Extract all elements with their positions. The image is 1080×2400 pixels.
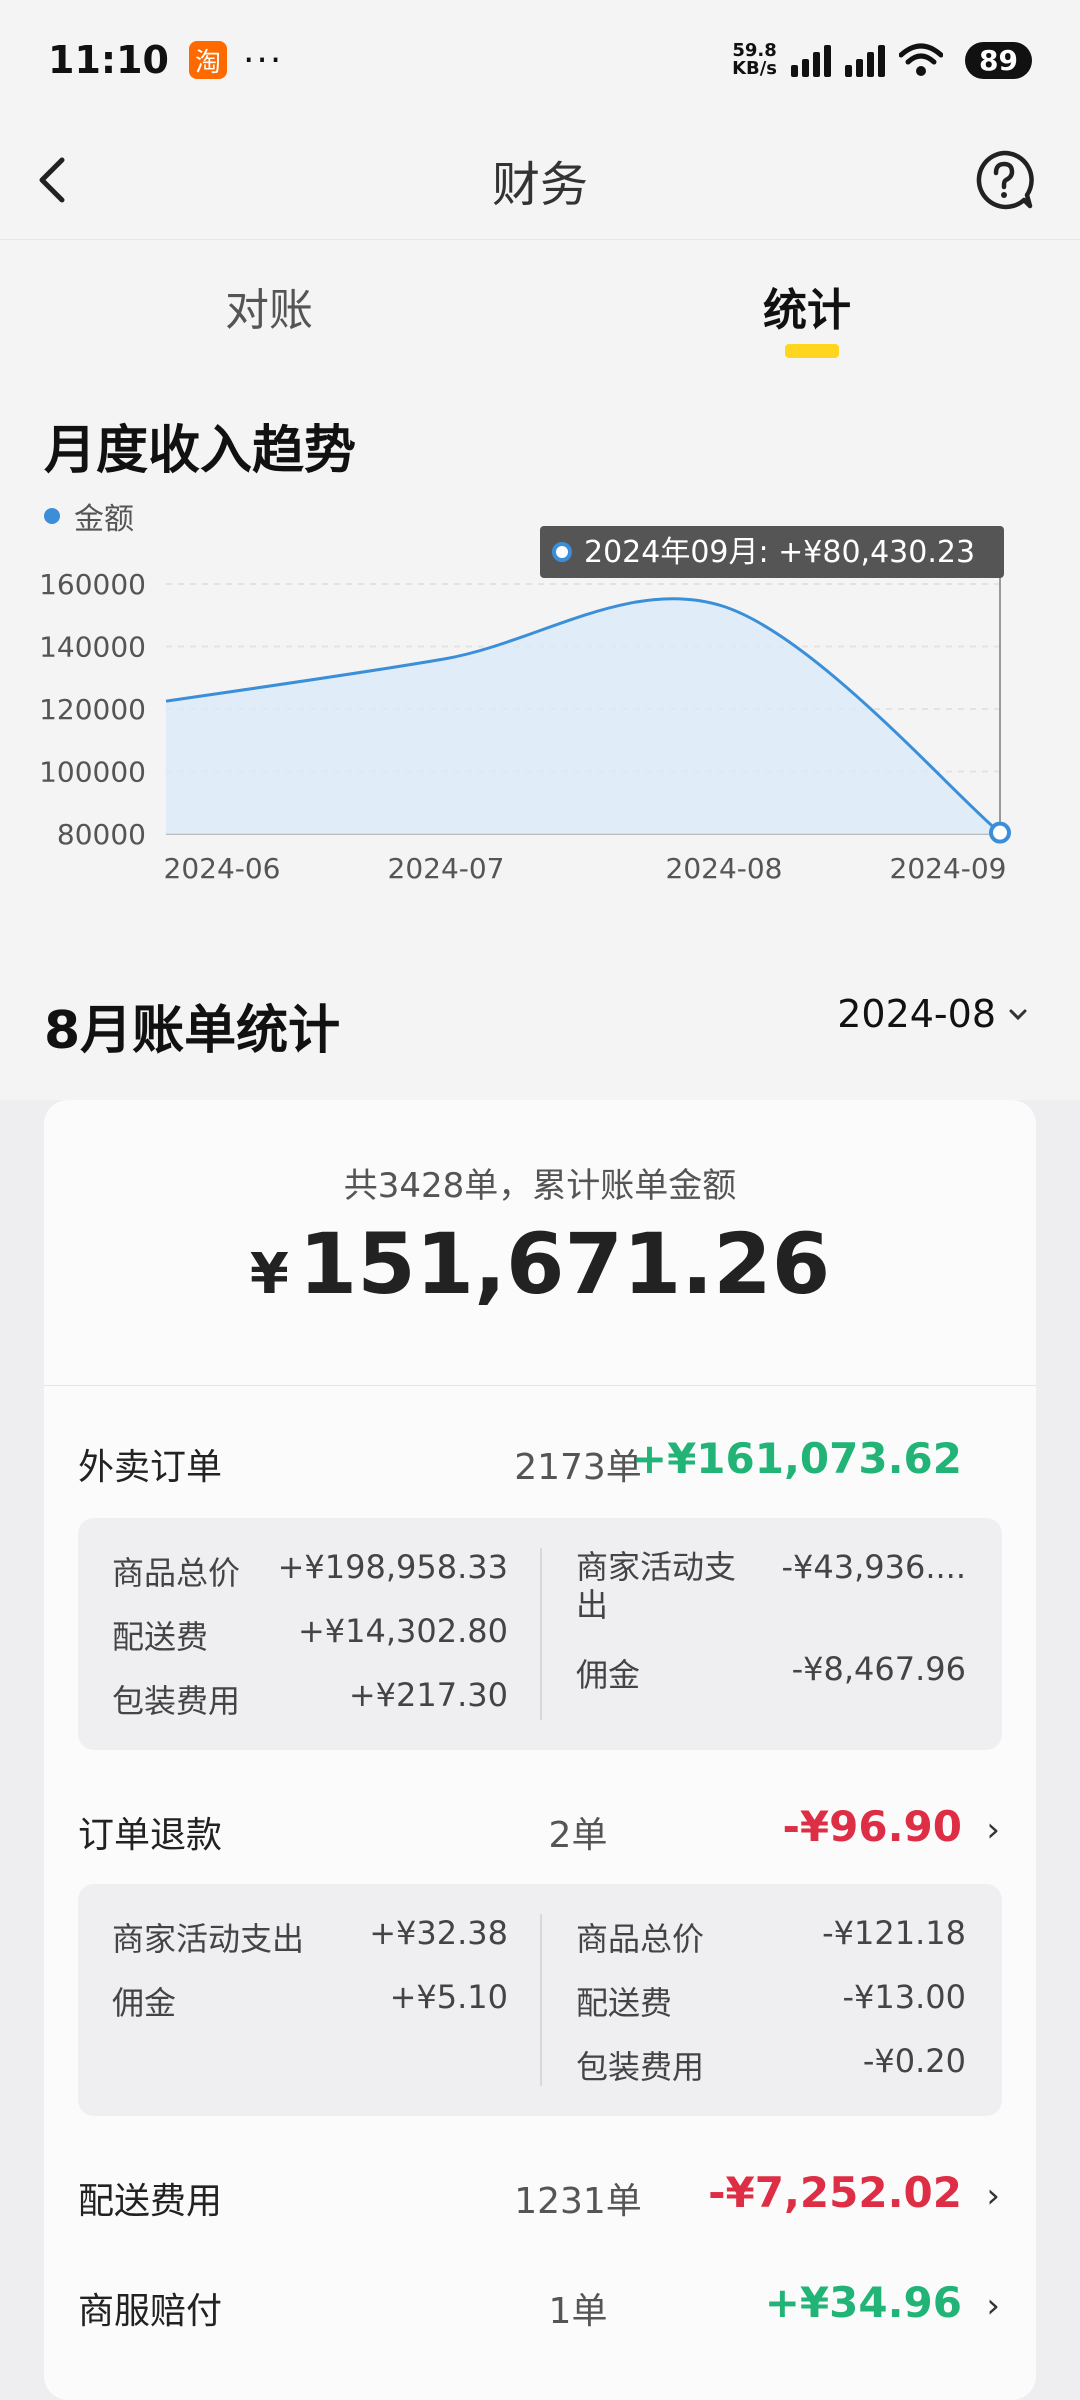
detail-value: +¥5.10 bbox=[389, 1978, 508, 2016]
row-count: 2单 bbox=[548, 1815, 608, 1856]
total-amount: ¥151,671.26 bbox=[0, 1215, 1080, 1313]
net-speed: 59.8 KB/s bbox=[732, 42, 777, 78]
y-tick-label: 80000 bbox=[57, 818, 146, 851]
y-tick-label: 100000 bbox=[39, 756, 146, 789]
detail-divider bbox=[540, 1548, 542, 1720]
detail-label: 包装费用 bbox=[576, 2048, 705, 2086]
row-amount: +¥34.96 bbox=[764, 2278, 962, 2327]
y-tick-label: 160000 bbox=[39, 568, 146, 601]
active-tab-indicator bbox=[785, 344, 839, 358]
detail-label: 商家活动支出 bbox=[112, 1920, 305, 1958]
status-bar: 11:10 淘 ··· 59.8 KB/s 89 bbox=[0, 0, 1080, 120]
refund-details: 商家活动支出 +¥32.38 佣金 +¥5.10 商品总价 -¥121.18 配… bbox=[78, 1884, 1002, 2116]
trend-title: 月度收入趋势 bbox=[44, 421, 357, 481]
tooltip-text: 2024年09月: +¥80,430.23 bbox=[584, 535, 975, 570]
chevron-right-icon: › bbox=[986, 2286, 1000, 2326]
signal-icon bbox=[791, 43, 832, 77]
row-label: 配送费用 bbox=[78, 2181, 223, 2222]
delivery-fee-row[interactable]: 配送费用 1231单 -¥7,252.02 › bbox=[78, 2166, 1008, 2226]
refund-row[interactable]: 订单退款 2单 -¥96.90 › bbox=[78, 1800, 1008, 1860]
income-trend-chart[interactable]: 160000 140000 120000 100000 80000 2024-06 2024… bbox=[0, 520, 1080, 920]
row-amount: -¥96.90 bbox=[782, 1802, 962, 1851]
detail-value: +¥198,958.33 bbox=[277, 1548, 508, 1586]
status-time: 11:10 bbox=[48, 38, 169, 82]
taobao-app-icon: 淘 bbox=[188, 41, 227, 79]
takeout-details: 商品总价 +¥198,958.33 配送费 +¥14,302.80 包装费用 +… bbox=[78, 1518, 1002, 1750]
chevron-down-icon bbox=[1009, 1009, 1027, 1021]
row-label: 外卖订单 bbox=[78, 1447, 223, 1488]
detail-value: +¥32.38 bbox=[369, 1914, 508, 1952]
x-tick-label: 2024-08 bbox=[666, 852, 783, 885]
month-selector[interactable]: 2024-08 bbox=[837, 992, 1030, 1036]
back-arrow-icon[interactable] bbox=[24, 150, 84, 210]
detail-value: -¥43,936.... bbox=[781, 1548, 966, 1586]
data-point[interactable] bbox=[989, 821, 1011, 844]
detail-value: -¥8,467.96 bbox=[791, 1650, 966, 1688]
row-count: 1231单 bbox=[514, 2181, 642, 2222]
detail-label: 商家活动支出 bbox=[576, 1548, 737, 1624]
detail-value: +¥217.30 bbox=[348, 1676, 508, 1714]
compensation-row[interactable]: 商服赔付 1单 +¥34.96 › bbox=[78, 2276, 1008, 2336]
total-amount-value: 151,671.26 bbox=[298, 1215, 831, 1313]
y-tick-label: 140000 bbox=[39, 631, 146, 664]
more-notifications-icon: ··· bbox=[242, 39, 284, 81]
tab-statistics[interactable]: 统计 bbox=[763, 274, 851, 338]
detail-label: 佣金 bbox=[576, 1656, 641, 1694]
row-amount: +¥161,073.62 bbox=[631, 1434, 962, 1483]
row-label: 商服赔付 bbox=[78, 2291, 223, 2332]
chevron-right-icon: › bbox=[986, 1810, 1000, 1850]
month-selector-value: 2024-08 bbox=[837, 992, 996, 1036]
help-icon[interactable] bbox=[972, 148, 1036, 212]
tab-bar: 对账 统计 bbox=[0, 250, 1080, 360]
detail-value: -¥13.00 bbox=[842, 1978, 966, 2016]
battery-indicator: 89 bbox=[965, 41, 1032, 79]
page-title: 财务 bbox=[491, 156, 588, 213]
chevron-right-icon: › bbox=[986, 2176, 1000, 2216]
detail-value: +¥14,302.80 bbox=[297, 1612, 508, 1650]
total-caption: 共3428单，累计账单金额 bbox=[343, 1166, 737, 1206]
detail-label: 佣金 bbox=[112, 1984, 177, 2022]
detail-label: 商品总价 bbox=[112, 1554, 241, 1592]
detail-label: 商品总价 bbox=[576, 1920, 705, 1958]
detail-value: -¥0.20 bbox=[862, 2042, 966, 2080]
row-count: 1单 bbox=[548, 2291, 608, 2332]
tooltip-marker bbox=[552, 542, 572, 562]
nav-bar: 财务 bbox=[0, 120, 1080, 240]
monthly-title: 8月账单统计 bbox=[44, 1001, 341, 1061]
x-tick-label: 2024-09 bbox=[890, 852, 1007, 885]
detail-value: -¥121.18 bbox=[822, 1914, 966, 1952]
detail-label: 包装费用 bbox=[112, 1682, 241, 1720]
currency-symbol: ¥ bbox=[249, 1242, 289, 1307]
row-amount: -¥7,252.02 bbox=[708, 2168, 962, 2217]
takeout-orders-row[interactable]: 外卖订单 2173单 +¥161,073.62 bbox=[78, 1432, 1008, 1492]
net-speed-unit: KB/s bbox=[732, 58, 778, 79]
y-tick-label: 120000 bbox=[39, 693, 146, 726]
detail-label: 配送费 bbox=[112, 1618, 209, 1656]
status-right: 59.8 KB/s 89 bbox=[732, 41, 1032, 79]
row-label: 订单退款 bbox=[78, 1815, 223, 1856]
series-area bbox=[166, 598, 1000, 834]
divider bbox=[44, 1385, 1036, 1386]
x-tick-label: 2024-07 bbox=[388, 852, 505, 885]
chart-tooltip: 2024年09月: +¥80,430.23 bbox=[540, 526, 1004, 578]
signal-icon bbox=[845, 43, 886, 77]
tab-reconciliation[interactable]: 对账 bbox=[225, 274, 313, 338]
detail-label: 配送费 bbox=[576, 1984, 673, 2022]
x-tick-label: 2024-06 bbox=[164, 852, 281, 885]
wifi-icon bbox=[899, 43, 944, 76]
detail-divider bbox=[540, 1914, 542, 2086]
